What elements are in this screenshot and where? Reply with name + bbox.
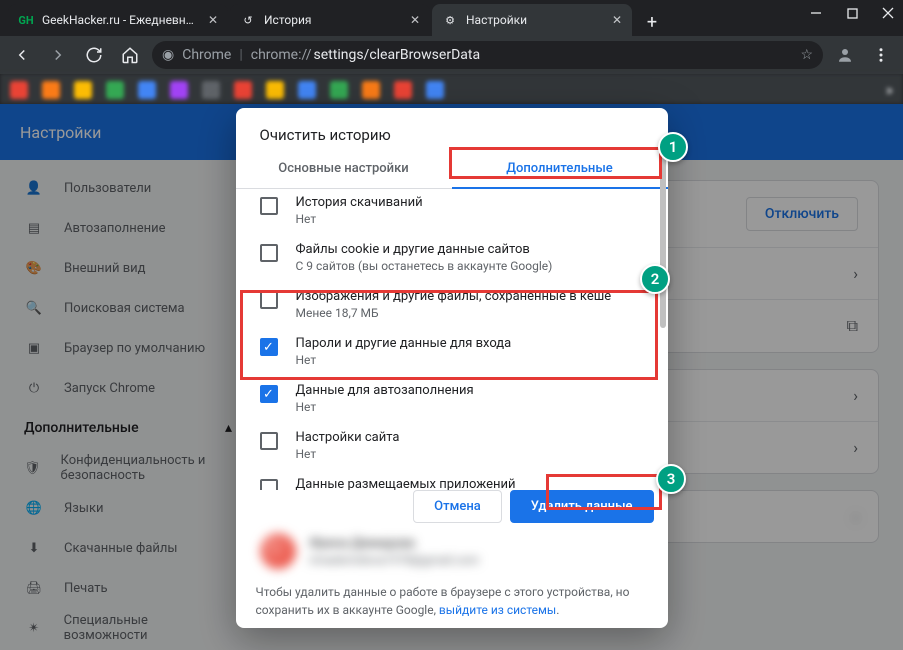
- tab-label: История: [264, 13, 404, 27]
- tab-basic[interactable]: Основные настройки: [236, 150, 452, 188]
- close-tab-icon[interactable]: ✕: [208, 13, 218, 27]
- checkbox[interactable]: [260, 432, 278, 450]
- row-cookies[interactable]: Файлы cookie и другие данные сайтовС 9 с…: [236, 234, 668, 281]
- row-download-history[interactable]: История скачиванийНет: [236, 193, 668, 234]
- maximize-button[interactable]: [845, 6, 859, 20]
- chrome-icon: ◉: [162, 47, 174, 63]
- clear-browsing-data-dialog: Очистить историю Основные настройки Допо…: [236, 108, 668, 628]
- minimize-button[interactable]: [809, 6, 823, 20]
- address-bar[interactable]: ◉ Chrome | chrome://settings/clearBrowse…: [152, 41, 823, 69]
- reload-button[interactable]: [80, 41, 108, 69]
- dialog-tabs: Основные настройки Дополнительные: [236, 150, 668, 189]
- tab-geekhacker[interactable]: GH GeekHacker.ru - Ежедневный ж... ✕: [8, 4, 228, 36]
- profile-button[interactable]: [831, 41, 859, 69]
- annotation-badge-1: 1: [658, 132, 688, 162]
- close-tab-icon[interactable]: ✕: [410, 13, 420, 27]
- cancel-button[interactable]: Отмена: [413, 490, 502, 523]
- row-site-settings[interactable]: Настройки сайтаНет: [236, 422, 668, 469]
- favicon-icon: GH: [18, 12, 34, 28]
- row-hosted-apps[interactable]: Данные размещаемых приложений5 приложени…: [236, 469, 668, 490]
- checkbox[interactable]: ✓: [260, 338, 278, 356]
- checkbox[interactable]: [260, 244, 278, 262]
- tab-advanced[interactable]: Дополнительные: [452, 150, 668, 189]
- bookmark-star-icon[interactable]: ☆: [800, 47, 813, 63]
- scrollbar[interactable]: [660, 189, 666, 328]
- forward-button[interactable]: [44, 41, 72, 69]
- row-autofill[interactable]: ✓ Данные для автозаполненияНет: [236, 375, 668, 422]
- tab-strip: GH GeekHacker.ru - Ежедневный ж... ✕ ↺ И…: [0, 0, 903, 36]
- url-path: settings/clearBrowserData: [314, 47, 481, 63]
- bookmarks-bar[interactable]: »: [0, 74, 903, 104]
- menu-button[interactable]: [867, 41, 895, 69]
- history-icon: ↺: [240, 12, 256, 28]
- tab-label: GeekHacker.ru - Ежедневный ж...: [42, 13, 202, 27]
- annotation-badge-3: 3: [656, 464, 686, 494]
- dialog-footer-note: Чтобы удалить данные о работе в браузере…: [236, 579, 668, 619]
- dialog-title: Очистить историю: [236, 108, 668, 150]
- bookmarks-overflow-icon[interactable]: »: [886, 80, 894, 99]
- tab-label: Настройки: [466, 13, 606, 27]
- security-text: Chrome: [182, 47, 231, 63]
- home-button[interactable]: [116, 41, 144, 69]
- checkbox[interactable]: ✓: [260, 385, 278, 403]
- browser-toolbar: ◉ Chrome | chrome://settings/clearBrowse…: [0, 36, 903, 74]
- sign-out-link[interactable]: выйдите из системы: [439, 603, 556, 617]
- close-button[interactable]: [881, 6, 895, 20]
- row-passwords[interactable]: ✓ Пароли и другие данные для входаНет: [236, 328, 668, 375]
- dialog-actions: Отмена Удалить данные: [236, 490, 668, 523]
- profile-name: Ирина Демидова: [310, 536, 480, 551]
- checkbox[interactable]: [260, 479, 278, 490]
- window-controls: [809, 6, 895, 20]
- profile-email: irinademidova1978@gmail.com: [310, 553, 480, 567]
- gear-icon: ⚙: [442, 12, 458, 28]
- back-button[interactable]: [8, 41, 36, 69]
- tab-history[interactable]: ↺ История ✕: [230, 4, 430, 36]
- row-cached[interactable]: Изображения и другие файлы, сохраненные …: [236, 281, 668, 328]
- tab-settings[interactable]: ⚙ Настройки ✕: [432, 4, 632, 36]
- profile-row[interactable]: Ирина Демидова irinademidova1978@gmail.co…: [236, 523, 668, 579]
- checkbox[interactable]: [260, 197, 278, 215]
- checkbox[interactable]: [260, 291, 278, 309]
- close-tab-icon[interactable]: ✕: [612, 13, 622, 27]
- avatar: [260, 533, 296, 569]
- dialog-checkbox-list: История скачиванийНет Файлы cookie и дру…: [236, 189, 668, 490]
- annotation-badge-2: 2: [640, 264, 670, 294]
- url-scheme: chrome://: [251, 47, 312, 63]
- new-tab-button[interactable]: +: [638, 8, 666, 36]
- confirm-button[interactable]: Удалить данные: [510, 490, 654, 523]
